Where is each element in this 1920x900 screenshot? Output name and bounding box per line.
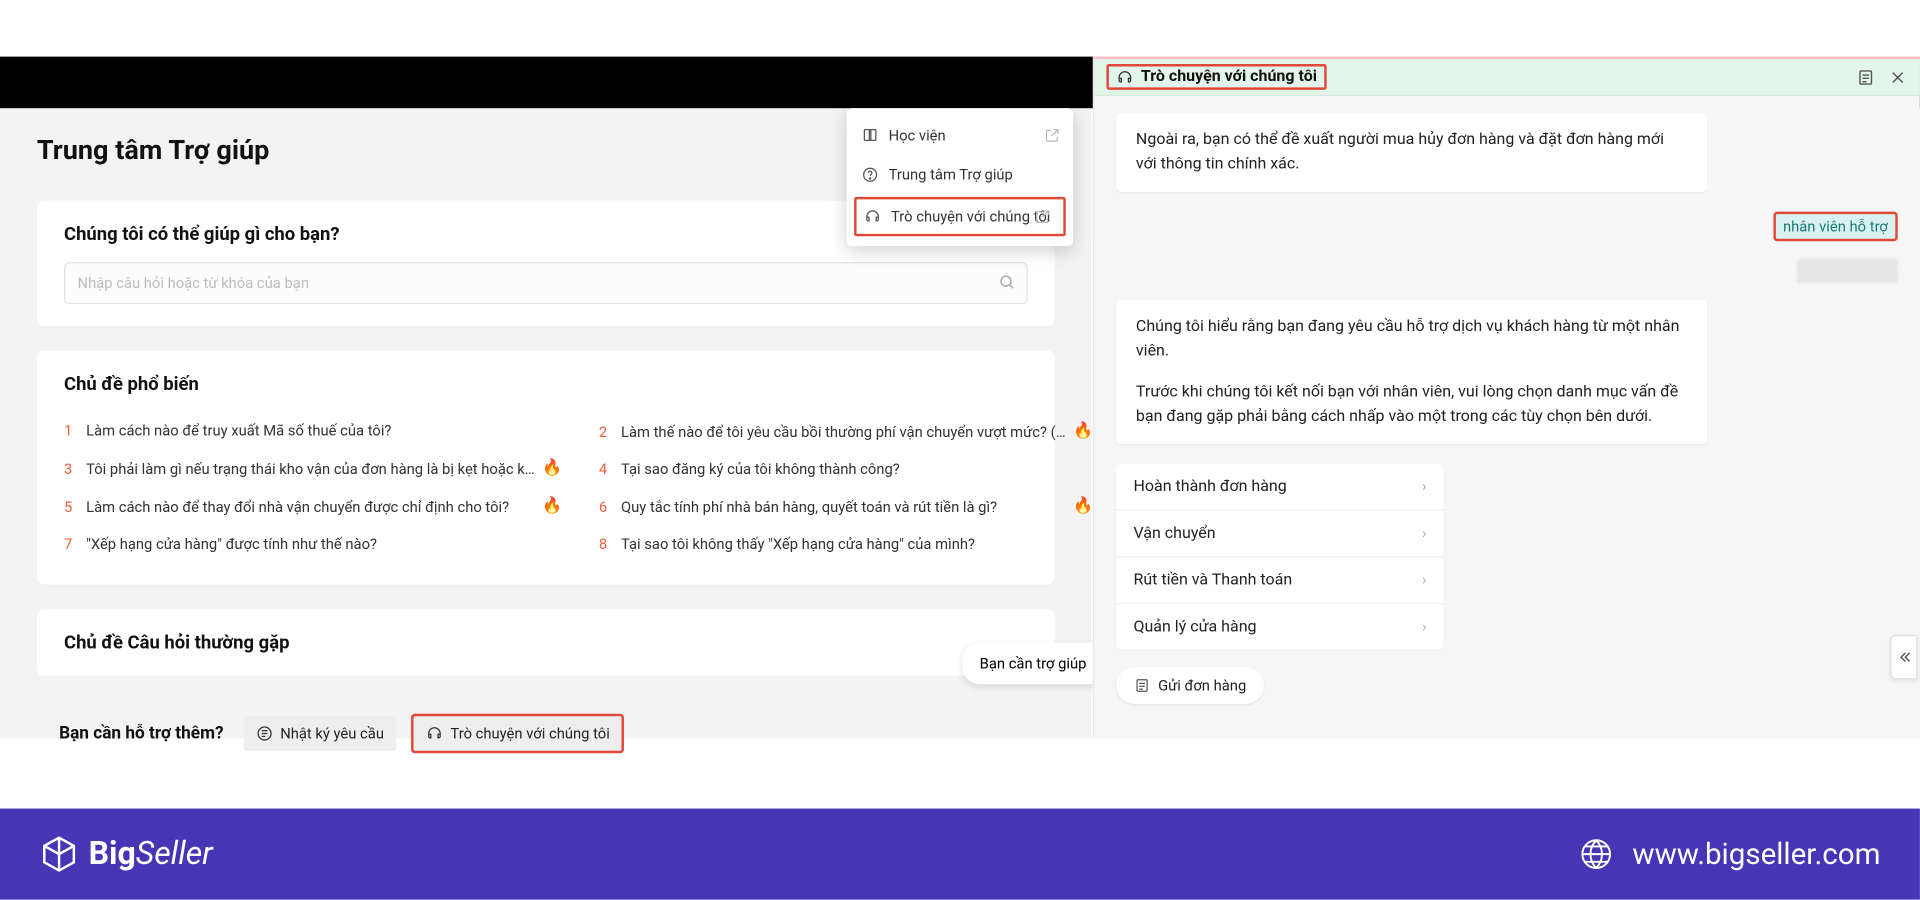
flame-icon: 🔥 [542,459,562,477]
search-input[interactable] [64,262,1028,304]
chat-title: Trò chuyện với chúng tôi [1141,68,1317,86]
more-help-row: Bạn cần hỗ trợ thêm? Nhật ký yêu cầu Trò… [0,687,1092,753]
chat-option[interactable]: Vận chuyển› [1116,511,1443,558]
topic-link[interactable]: 1Làm cách nào để truy xuất Mã số thuế củ… [64,412,562,449]
footer-url: www.bigseller.com [1578,836,1880,873]
chat-user-message: nhân viên hỗ trợ [1773,212,1898,242]
document-icon [1133,677,1150,694]
more-help-question: Bạn cần hỗ trợ thêm? [59,724,224,744]
topic-link[interactable]: 3Tôi phải làm gì nếu trạng thái kho vận … [64,449,562,487]
expand-panel-button[interactable] [1890,635,1917,679]
chat-options-list: Hoàn thành đơn hàng› Vận chuyển› Rút tiề… [1116,464,1443,650]
flame-icon: 🔥 [1073,422,1093,440]
topic-link[interactable]: 5Làm cách nào để thay đổi nhà vận chuyển… [64,487,562,525]
flame-icon: 🔥 [1073,497,1093,515]
popular-topics-title: Chủ đề phổ biến [64,373,1028,395]
chat-bot-message: Ngoài ra, bạn có thể đề xuất người mua h… [1116,113,1707,192]
redacted-block [1797,259,1898,284]
book-icon [861,127,878,144]
flame-icon: 🔥 [542,497,562,515]
topic-link[interactable]: 7"Xếp hạng cửa hàng" được tính như thế n… [64,526,562,563]
external-link-icon [1044,127,1061,144]
close-icon[interactable] [1888,67,1908,87]
question-icon [861,166,878,183]
topic-link[interactable]: 6Quy tắc tính phí nhà bán hàng, quyết to… [599,487,1093,525]
dropdown-help-center[interactable]: Trung tâm Trợ giúp [847,155,1073,194]
headset-icon [864,208,881,225]
dropdown-chat-with-us[interactable]: Trò chuyện với chúng tôi [854,197,1066,236]
help-dropdown: Học viện Trung tâm Trợ giúp Trò chuyện v… [847,108,1073,246]
globe-icon [1578,836,1615,873]
chat-header: Trò chuyện với chúng tôi [1094,57,1920,96]
external-link-icon [1034,208,1051,225]
chat-option[interactable]: Quản lý cửa hàng› [1116,604,1443,650]
topic-link[interactable]: 8Tại sao tôi không thấy "Xếp hạng cửa hà… [599,526,1093,563]
chevron-right-icon: › [1422,478,1426,495]
search-icon[interactable] [998,273,1015,290]
dropdown-academy[interactable]: Học viện [847,116,1073,155]
chat-option[interactable]: Rút tiền và Thanh toán› [1116,557,1443,604]
topic-link[interactable]: 2Làm thế nào để tôi yêu cầu bồi thường p… [599,412,1093,450]
request-log-button[interactable]: Nhật ký yêu cầu [243,716,396,750]
popular-topics-card: Chủ đề phổ biến 1Làm cách nào để truy xu… [37,351,1055,585]
chat-with-us-button[interactable]: Trò chuyện với chúng tôi [411,714,625,753]
chat-bot-message: Chúng tôi hiểu rằng bạn đang yêu cầu hỗ … [1116,301,1707,444]
need-help-tooltip: Bạn cần trợ giúp [962,642,1108,684]
topic-link[interactable]: 4Tại sao đăng ký của tôi không thành côn… [599,450,1093,487]
brand-footer: BigSeller www.bigseller.com [0,809,1920,900]
suggestion-chip[interactable]: Gửi đơn hàng [1116,667,1263,704]
bigseller-logo: BigSeller [39,834,212,873]
chevron-right-icon: › [1422,618,1426,635]
logo-icon [39,834,78,873]
faq-section-title: Chủ đề Câu hỏi thường gặp [37,609,1055,675]
chevron-right-icon: › [1422,571,1426,588]
chevron-right-icon: › [1422,525,1426,542]
form-icon[interactable] [1856,67,1876,87]
chat-panel: Trò chuyện với chúng tôi Ngoài ra, bạn c… [1093,57,1920,739]
chat-option[interactable]: Hoàn thành đơn hàng› [1116,464,1443,511]
headset-icon [1116,68,1133,85]
